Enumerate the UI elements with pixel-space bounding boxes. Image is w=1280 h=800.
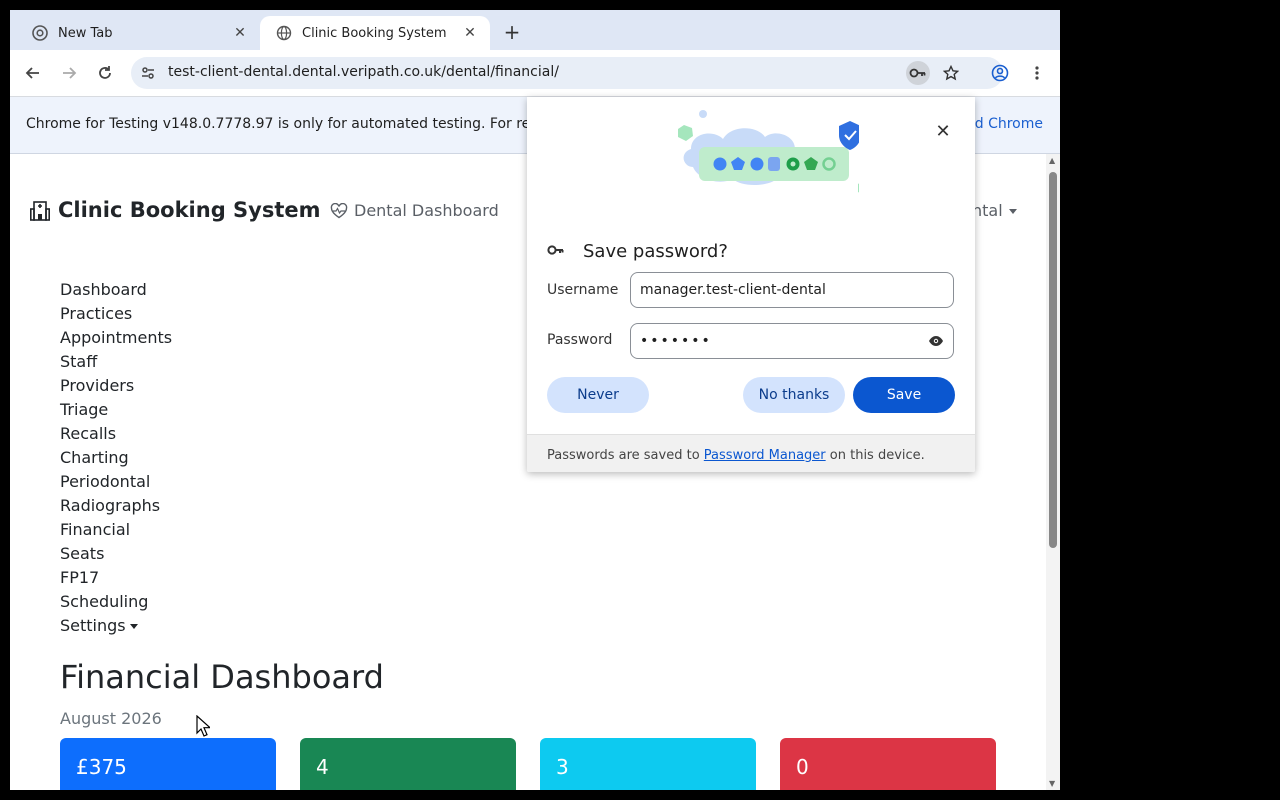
page-title: Financial Dashboard: [60, 658, 384, 696]
sidebar-item-label: Settings: [60, 616, 126, 635]
brand[interactable]: Clinic Booking System: [30, 198, 321, 222]
never-button[interactable]: Never: [547, 377, 649, 413]
kebab-menu-icon[interactable]: [1025, 61, 1049, 85]
bookmark-star-icon[interactable]: [939, 61, 963, 85]
caret-down-icon: [129, 624, 138, 629]
show-password-eye-icon[interactable]: [927, 333, 945, 349]
page-scrollbar[interactable]: ▲ ▼: [1046, 154, 1060, 790]
close-tab-icon[interactable]: ✕: [462, 25, 478, 41]
nav-dental-dashboard[interactable]: Dental Dashboard: [330, 201, 499, 220]
sidebar-item-seats[interactable]: Seats: [60, 542, 172, 566]
sidebar-item-radiographs[interactable]: Radiographs: [60, 494, 172, 518]
infobar-text: Chrome for Testing v148.0.7778.97 is onl…: [26, 116, 531, 132]
sidebar-item-financial[interactable]: Financial: [60, 518, 172, 542]
globe-icon: [276, 25, 292, 41]
sidebar-item-providers[interactable]: Providers: [60, 374, 172, 398]
new-tab-button[interactable]: +: [500, 20, 524, 44]
tab-strip: New Tab ✕ Clinic Booking System ✕ +: [10, 10, 1060, 50]
password-key-icon[interactable]: [906, 61, 930, 85]
sidebar-item-periodontal[interactable]: Periodontal: [60, 470, 172, 494]
infobar-link[interactable]: d Chrome: [975, 116, 1043, 132]
reload-icon[interactable]: [93, 61, 117, 85]
footer-text: Passwords are saved to Password Manager …: [547, 448, 925, 463]
page-subtitle: August 2026: [60, 709, 162, 728]
save-password-dialog: ✕ Save password? Username Password Never…: [527, 97, 975, 472]
forward-icon[interactable]: [57, 61, 81, 85]
sidebar-item-recalls[interactable]: Recalls: [60, 422, 172, 446]
tab-title: New Tab: [58, 25, 113, 41]
sidebar-item-dashboard[interactable]: Dashboard: [60, 278, 172, 302]
stat-card: 3: [540, 738, 756, 790]
stat-card-revenue: £375: [60, 738, 276, 790]
close-icon[interactable]: ✕: [932, 120, 954, 142]
sidebar-item-practices[interactable]: Practices: [60, 302, 172, 326]
password-manager-link[interactable]: Password Manager: [704, 448, 826, 463]
stat-value: 3: [556, 755, 569, 779]
brand-name: Clinic Booking System: [58, 198, 321, 222]
no-thanks-button[interactable]: No thanks: [743, 377, 845, 413]
back-icon[interactable]: [21, 61, 45, 85]
sidebar-item-charting[interactable]: Charting: [60, 446, 172, 470]
stat-value: 0: [796, 755, 809, 779]
stat-value: 4: [316, 755, 329, 779]
chrome-icon: [32, 25, 48, 41]
browser-toolbar: test-client-dental.dental.veripath.co.uk…: [10, 50, 1060, 97]
dialog-title: Save password?: [583, 241, 728, 262]
key-icon: [547, 245, 564, 255]
mouse-cursor-icon: [196, 715, 210, 737]
sidebar-item-scheduling[interactable]: Scheduling: [60, 590, 172, 614]
address-bar[interactable]: test-client-dental.dental.veripath.co.uk…: [131, 57, 1003, 89]
stat-card: 0: [780, 738, 996, 790]
footer-prefix: Passwords are saved to: [547, 448, 700, 463]
password-illustration: [678, 110, 859, 193]
browser-window: New Tab ✕ Clinic Booking System ✕ + test…: [10, 10, 1060, 790]
sidebar-nav: Dashboard Practices Appointments Staff P…: [60, 278, 172, 638]
username-label: Username: [547, 282, 619, 298]
tab-new-tab[interactable]: New Tab ✕: [16, 16, 260, 50]
caret-down-icon: [1008, 209, 1017, 214]
sidebar-item-fp17[interactable]: FP17: [60, 566, 172, 590]
nav-link-label: Dental Dashboard: [354, 201, 499, 220]
tab-clinic-booking[interactable]: Clinic Booking System ✕: [260, 16, 490, 50]
close-tab-icon[interactable]: ✕: [232, 25, 248, 41]
sidebar-item-settings[interactable]: Settings: [60, 614, 172, 638]
password-label: Password: [547, 332, 613, 348]
sidebar-item-staff[interactable]: Staff: [60, 350, 172, 374]
scrollbar-thumb[interactable]: [1049, 172, 1057, 548]
sidebar-item-triage[interactable]: Triage: [60, 398, 172, 422]
site-info-icon[interactable]: [139, 64, 157, 82]
profile-icon[interactable]: [988, 61, 1012, 85]
hospital-icon: [30, 201, 50, 221]
stat-value: £375: [76, 755, 127, 779]
dialog-footer: Passwords are saved to Password Manager …: [527, 434, 975, 472]
url-text: test-client-dental.dental.veripath.co.uk…: [168, 64, 559, 80]
heart-pulse-icon: [330, 202, 348, 218]
user-menu-label: ntal: [972, 201, 1003, 220]
footer-suffix: on this device.: [829, 448, 925, 463]
sidebar-item-appointments[interactable]: Appointments: [60, 326, 172, 350]
save-button[interactable]: Save: [853, 377, 955, 413]
scroll-down-icon[interactable]: ▼: [1049, 779, 1055, 788]
stat-card: 4: [300, 738, 516, 790]
username-field[interactable]: [630, 272, 954, 308]
user-menu-dropdown[interactable]: ntal: [972, 201, 1017, 220]
scroll-up-icon[interactable]: ▲: [1049, 156, 1055, 165]
password-field[interactable]: [630, 323, 954, 359]
tab-title: Clinic Booking System: [302, 25, 447, 41]
